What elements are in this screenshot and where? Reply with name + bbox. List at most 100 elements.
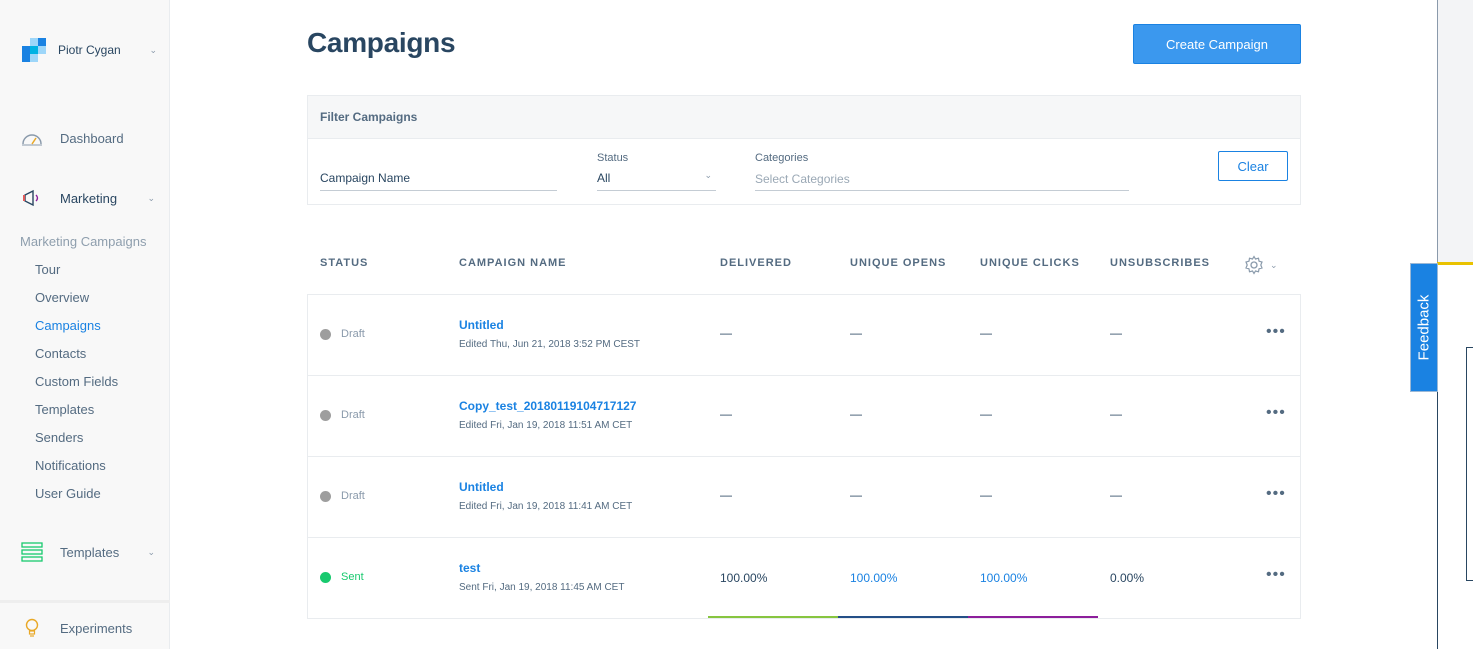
nav-dashboard[interactable]: Dashboard [20, 128, 155, 148]
right-accent-line [1437, 262, 1473, 265]
status-text: Draft [341, 490, 365, 502]
feedback-tab[interactable]: Feedback [1410, 263, 1438, 392]
nav-dashboard-label: Dashboard [60, 130, 124, 146]
opens-value: — [850, 326, 862, 340]
experiments-section: Experiments [0, 600, 170, 649]
status-text: Draft [341, 409, 365, 421]
chevron-down-icon: ⌄ [704, 170, 712, 180]
categories-label: Categories [755, 152, 809, 164]
nav-templates[interactable]: Templates ⌄ [20, 542, 155, 562]
sub-item-senders[interactable]: Senders [35, 430, 83, 445]
opens-value: — [850, 407, 862, 421]
sub-item-campaigns[interactable]: Campaigns [35, 318, 101, 333]
campaign-name-placeholder: Campaign Name [320, 171, 411, 185]
create-campaign-button[interactable]: Create Campaign [1133, 24, 1301, 64]
template-icon [20, 542, 44, 562]
status-text: Draft [341, 328, 365, 340]
column-campaign-name[interactable]: CAMPAIGN NAME [459, 257, 567, 269]
column-unsubscribes[interactable]: UNSUBSCRIBES [1110, 257, 1210, 269]
column-delivered[interactable]: DELIVERED [720, 257, 792, 269]
status-dot [320, 572, 331, 583]
status-dot [320, 491, 331, 502]
sub-item-contacts[interactable]: Contacts [35, 346, 86, 361]
campaign-date: Edited Fri, Jan 19, 2018 11:51 AM CET [459, 420, 633, 431]
column-unique-clicks[interactable]: UNIQUE CLICKS [980, 257, 1080, 269]
status-dot [320, 329, 331, 340]
clicks-value: — [980, 407, 992, 421]
column-status[interactable]: STATUS [320, 257, 368, 269]
sub-item-user-guide[interactable]: User Guide [35, 486, 101, 501]
status-dot [320, 410, 331, 421]
nav-experiments-label: Experiments [60, 620, 133, 636]
account-name: Piotr Cygan [58, 43, 121, 57]
chevron-down-icon: ⌄ [147, 192, 155, 203]
categories-select[interactable]: Select Categories [755, 166, 1129, 191]
campaign-date: Edited Thu, Jun 21, 2018 3:52 PM CEST [459, 339, 641, 350]
more-options-icon[interactable]: ••• [1266, 567, 1286, 583]
clicks-value[interactable]: 100.00% [980, 571, 1027, 585]
account-switcher[interactable]: Piotr Cygan ⌄ [22, 38, 157, 62]
sidebar: Piotr Cygan ⌄ Dashboard Marketing ⌄ Mark… [0, 0, 170, 649]
sendgrid-logo-icon [22, 38, 46, 62]
nav-templates-label: Templates [60, 544, 120, 560]
opens-value: — [850, 488, 862, 502]
clicks-bar [968, 616, 1098, 618]
campaign-name-link[interactable]: test [459, 561, 480, 575]
sub-item-notifications[interactable]: Notifications [35, 458, 106, 473]
campaign-date: Edited Fri, Jan 19, 2018 11:41 AM CET [459, 501, 633, 512]
status-select[interactable]: All ⌄ [597, 166, 716, 191]
column-settings-button[interactable]: ⌄ [1244, 255, 1278, 275]
status-text: Sent [341, 571, 364, 583]
unsubscribes-value: — [1110, 488, 1122, 502]
table-row[interactable]: Draft Untitled Edited Fri, Jan 19, 2018 … [308, 457, 1300, 538]
opens-bar [838, 616, 968, 618]
categories-placeholder: Select Categories [755, 172, 850, 186]
more-options-icon[interactable]: ••• [1266, 324, 1286, 340]
clicks-value: — [980, 326, 992, 340]
opens-value[interactable]: 100.00% [850, 571, 897, 585]
clear-button[interactable]: Clear [1218, 151, 1288, 181]
campaign-name-link[interactable]: Untitled [459, 480, 504, 494]
campaign-name-input[interactable]: Campaign Name [320, 160, 557, 191]
more-options-icon[interactable]: ••• [1266, 405, 1286, 421]
table-row[interactable]: Draft Untitled Edited Thu, Jun 21, 2018 … [308, 295, 1300, 376]
campaign-name-link[interactable]: Copy_test_20180119104717127 [459, 399, 636, 413]
delivered-value: — [720, 407, 732, 421]
nav-marketing-label: Marketing [60, 190, 118, 206]
delivered-value: — [720, 488, 732, 502]
delivered-value: 100.00% [720, 571, 768, 585]
sub-item-templates[interactable]: Templates [35, 402, 94, 417]
right-panel-edge [1437, 0, 1473, 265]
marketing-campaigns-heading[interactable]: Marketing Campaigns [20, 234, 146, 249]
feedback-label: Feedback [1415, 294, 1433, 361]
chevron-down-icon: ⌄ [1270, 259, 1278, 270]
nav-experiments[interactable]: Experiments [20, 618, 155, 638]
lightbulb-icon [20, 618, 44, 638]
campaigns-table: Draft Untitled Edited Thu, Jun 21, 2018 … [307, 294, 1301, 619]
nav-marketing[interactable]: Marketing ⌄ [20, 188, 155, 208]
column-unique-opens[interactable]: UNIQUE OPENS [850, 257, 946, 269]
status-label: Status [597, 152, 629, 164]
page-title: Campaigns [307, 27, 456, 58]
filter-heading: Filter Campaigns [308, 96, 1300, 139]
unsubscribes-value: — [1110, 407, 1122, 421]
sub-item-overview[interactable]: Overview [35, 290, 89, 305]
sub-item-custom-fields[interactable]: Custom Fields [35, 374, 118, 389]
chevron-down-icon: ⌄ [149, 44, 157, 55]
table-row[interactable]: Draft Copy_test_20180119104717127 Edited… [308, 376, 1300, 457]
megaphone-icon [20, 188, 44, 208]
right-overlay-box [1466, 347, 1473, 581]
delivered-value: — [720, 326, 732, 340]
campaign-name-link[interactable]: Untitled [459, 318, 504, 332]
clicks-value: — [980, 488, 992, 502]
unsubscribes-value: 0.00% [1110, 571, 1145, 585]
delivered-bar [708, 616, 838, 618]
campaign-date: Sent Fri, Jan 19, 2018 11:45 AM CET [459, 582, 625, 593]
speedometer-icon [20, 128, 44, 148]
more-options-icon[interactable]: ••• [1266, 486, 1286, 502]
filter-panel: Filter Campaigns Campaign Name Status Al… [307, 95, 1301, 205]
sub-item-tour[interactable]: Tour [35, 262, 60, 277]
status-value: All [597, 171, 611, 185]
chevron-down-icon: ⌄ [147, 546, 155, 557]
table-row[interactable]: Sent test Sent Fri, Jan 19, 2018 11:45 A… [308, 538, 1300, 619]
